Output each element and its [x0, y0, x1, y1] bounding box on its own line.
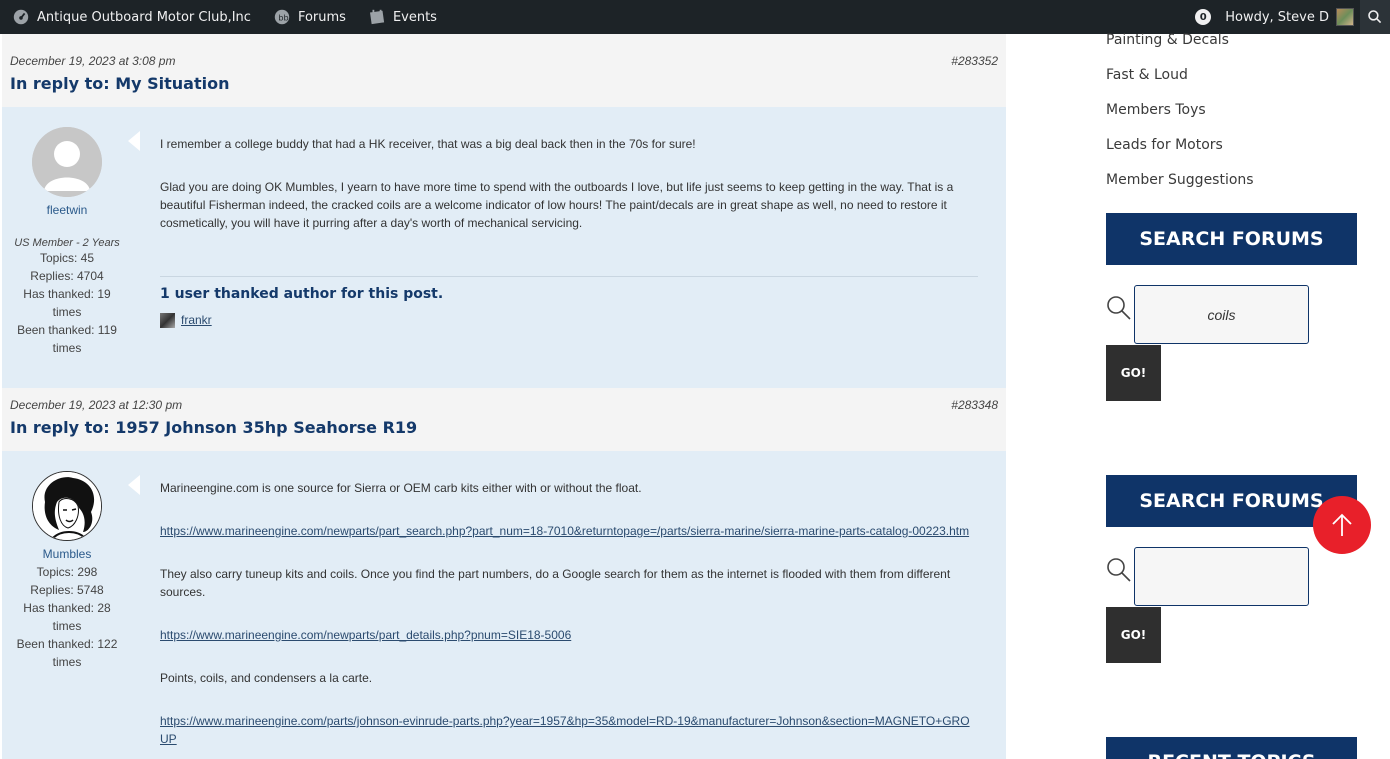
portrait-avatar-icon	[33, 472, 101, 540]
sidebar: Painting & Decals Fast & Loud Members To…	[1106, 32, 1366, 759]
marineengine-link[interactable]: https://www.marineengine.com/parts/johns…	[160, 714, 970, 746]
forum-search-input[interactable]: coils	[1134, 285, 1309, 344]
author-avatar[interactable]	[32, 127, 102, 197]
thanks-title: 1 user thanked author for this post.	[160, 286, 444, 302]
post-content: I remember a college buddy that had a HK…	[132, 107, 1006, 388]
calendar-icon	[369, 9, 385, 25]
post-paragraph: Marineengine.com is one source for Sierr…	[160, 481, 642, 495]
marineengine-link[interactable]: https://www.marineengine.com/newparts/pa…	[160, 524, 969, 538]
search-widget: SEARCH FORUMS coils GO!	[1106, 213, 1357, 401]
post-link-paragraph: https://www.marineengine.com/newparts/pa…	[160, 626, 978, 644]
author-has-thanked-unit: times	[52, 305, 82, 319]
search-icon	[1107, 296, 1131, 320]
go-button[interactable]: GO!	[1106, 345, 1161, 401]
author-name[interactable]: fleetwin	[2, 201, 132, 219]
author-replies: Replies: 4704	[30, 269, 104, 283]
post-divider	[2, 34, 1006, 44]
svg-text:bb: bb	[278, 13, 288, 23]
widget-title: SEARCH FORUMS	[1106, 213, 1357, 265]
post-paragraph: I remember a college buddy that had a HK…	[160, 137, 696, 151]
author-replies: Replies: 5748	[30, 583, 104, 597]
default-avatar-icon	[32, 127, 102, 197]
search-row	[1106, 547, 1357, 606]
sidebar-link-fast-loud[interactable]: Fast & Loud	[1106, 58, 1366, 93]
post-body: fleetwin US Member - 2 Years Topics: 45 …	[2, 107, 1006, 388]
speech-arrow	[128, 131, 140, 151]
events-link[interactable]: Events	[360, 0, 445, 34]
author-been-thanked-unit: times	[52, 341, 82, 355]
forum-search-input[interactable]	[1134, 547, 1309, 606]
post-header: December 19, 2023 at 3:08 pm #283352 In …	[2, 44, 1006, 107]
search-widget: SEARCH FORUMS GO!	[1106, 475, 1357, 663]
thanks-user-link[interactable]: frankr	[181, 311, 212, 329]
post-title[interactable]: In reply to: My Situation	[10, 68, 998, 107]
author-topics: Topics: 45	[39, 251, 95, 265]
author-block: Mumbles Topics: 298 Replies: 5748 Has th…	[2, 451, 132, 759]
thanks-user: frankr	[160, 311, 978, 329]
author-name[interactable]: Mumbles	[2, 545, 132, 563]
events-label: Events	[392, 9, 437, 25]
post-permalink[interactable]: #283348	[951, 398, 998, 412]
author-topics: Topics: 298	[36, 565, 98, 579]
post-link-paragraph: https://www.marineengine.com/parts/johns…	[160, 712, 978, 748]
forum-posts: December 19, 2023 at 3:08 pm #283352 In …	[2, 34, 1006, 759]
widget-title: RECENT TOPICS	[1106, 737, 1357, 759]
post-permalink[interactable]: #283352	[951, 54, 998, 68]
author-role: US Member - 2 Years	[14, 237, 120, 249]
author-been-thanked: Been thanked: 122	[16, 637, 118, 651]
thanks-section: 1 user thanked author for this post. fra…	[160, 276, 978, 329]
forums-icon: bb	[274, 9, 290, 25]
author-been-thanked: Been thanked: 119	[17, 323, 117, 337]
author-been-thanked-unit: times	[52, 655, 82, 669]
post-date: December 19, 2023 at 3:08 pm	[10, 54, 176, 68]
author-avatar[interactable]	[32, 471, 102, 541]
post-content: Marineengine.com is one source for Sierr…	[132, 451, 1006, 759]
site-name-link[interactable]: Antique Outboard Motor Club,Inc	[0, 0, 259, 34]
post-paragraph: They also carry tuneup kits and coils. O…	[160, 567, 951, 599]
forums-link[interactable]: bb Forums	[265, 0, 354, 34]
go-button[interactable]: GO!	[1106, 607, 1161, 663]
forums-label: Forums	[297, 9, 346, 25]
author-block: fleetwin US Member - 2 Years Topics: 45 …	[2, 107, 132, 388]
post-body: Mumbles Topics: 298 Replies: 5748 Has th…	[2, 451, 1006, 759]
sidebar-link-leads-for-motors[interactable]: Leads for Motors	[1106, 128, 1366, 163]
marineengine-link[interactable]: https://www.marineengine.com/newparts/pa…	[160, 628, 571, 642]
site-name: Antique Outboard Motor Club,Inc	[37, 9, 251, 25]
sidebar-link-member-suggestions[interactable]: Member Suggestions	[1106, 163, 1366, 198]
post-header: December 19, 2023 at 12:30 pm #283348 In…	[2, 388, 1006, 451]
recent-topics-widget: RECENT TOPICS	[1106, 737, 1357, 759]
back-to-top-button[interactable]	[1313, 496, 1371, 554]
author-has-thanked: Has thanked: 28	[23, 601, 111, 615]
post-link-paragraph: https://www.marineengine.com/newparts/pa…	[160, 522, 978, 540]
post-title[interactable]: In reply to: 1957 Johnson 35hp Seahorse …	[10, 412, 998, 451]
author-has-thanked-unit: times	[52, 619, 82, 633]
sidebar-link-members-toys[interactable]: Members Toys	[1106, 93, 1366, 128]
search-icon	[1368, 10, 1382, 24]
post-paragraph: Glad you are doing OK Mumbles, I yearn t…	[160, 180, 954, 230]
dashboard-icon	[13, 9, 29, 25]
speech-arrow	[128, 475, 140, 495]
post-date: December 19, 2023 at 12:30 pm	[10, 398, 183, 412]
sidebar-link-painting-decals[interactable]: Painting & Decals	[1106, 23, 1366, 58]
search-icon	[1107, 558, 1131, 582]
author-has-thanked: Has thanked: 19	[23, 287, 111, 301]
post-paragraph: Points, coils, and condensers a la carte…	[160, 671, 373, 685]
thanks-user-avatar	[160, 312, 175, 328]
search-row: coils	[1106, 285, 1357, 344]
arrow-up-icon	[1332, 513, 1352, 536]
